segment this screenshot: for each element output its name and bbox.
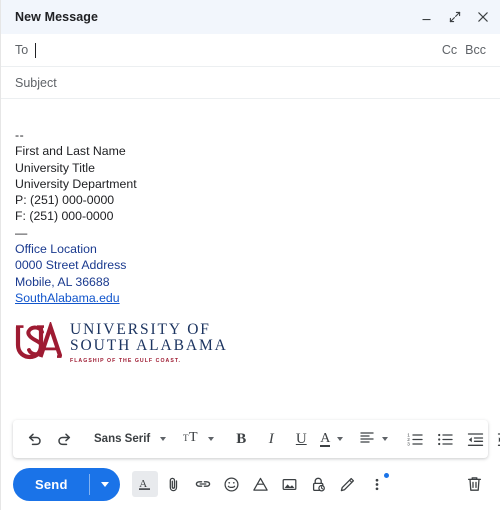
logo-line-2: SOUTH ALABAMA [70, 337, 228, 355]
svg-text:3: 3 [407, 441, 410, 446]
formatting-options-button[interactable]: A [131, 471, 158, 497]
address-line: Mobile, AL 36688 [15, 274, 110, 289]
signature-line: First and Last Name [15, 144, 126, 159]
send-button[interactable]: Send [13, 468, 89, 501]
insert-drive-file-button[interactable] [248, 471, 274, 497]
usa-monogram-icon [15, 320, 63, 366]
address-line: 0000 Street Address [15, 258, 127, 273]
close-icon[interactable] [475, 10, 490, 25]
underline-label: U [295, 430, 307, 447]
cc-bcc-group: Cc Bcc [442, 43, 486, 57]
font-size-select[interactable]: T T [179, 426, 218, 452]
google-drive-icon [253, 477, 268, 491]
compose-window: New Message To Cc Bcc Subject -- First a… [0, 0, 500, 510]
font-family-label: Sans Serif [94, 433, 151, 445]
attach-files-button[interactable] [161, 471, 187, 497]
confidential-mode-button[interactable] [306, 471, 332, 497]
chevron-down-icon [337, 437, 344, 441]
text-size-icon: T T [183, 429, 201, 449]
link-icon [195, 481, 210, 487]
compose-header: New Message [1, 0, 500, 34]
compose-actions: A [131, 471, 390, 497]
discard-draft-button[interactable] [460, 470, 488, 498]
format-toolbar-container: Sans Serif T T B I U A 1 2 3 [1, 420, 500, 458]
emoji-icon [224, 476, 239, 492]
indent-less-icon[interactable] [460, 426, 490, 452]
logo-wordmark: UNIVERSITY OF SOUTH ALABAMA FLAGSHIP OF … [70, 322, 228, 366]
send-button-group[interactable]: Send [13, 467, 120, 501]
address-line: Office Location [15, 242, 97, 257]
align-left-icon [359, 430, 375, 449]
lock-clock-icon [313, 477, 325, 492]
subject-input[interactable]: Subject [15, 76, 57, 90]
numbered-list-icon[interactable]: 1 2 3 [400, 426, 430, 452]
compose-bottom-bar: Send A [1, 458, 500, 510]
more-vertical-icon [375, 478, 378, 490]
trash-icon [467, 477, 481, 491]
align-select[interactable] [355, 426, 392, 452]
text-cursor [35, 42, 37, 58]
page-title: New Message [15, 10, 99, 24]
svg-text:T: T [189, 430, 198, 444]
undo-icon[interactable] [19, 426, 49, 452]
send-options-icon[interactable] [90, 468, 120, 501]
paperclip-icon [169, 477, 178, 491]
bold-label: B [236, 430, 247, 447]
italic-label: I [268, 430, 274, 447]
signature-line: University Department [15, 176, 137, 191]
to-row[interactable]: To Cc Bcc [1, 34, 500, 67]
underline-button[interactable]: U [286, 426, 316, 452]
signature-line: F: (251) 000-0000 [15, 209, 114, 224]
minimize-icon[interactable] [419, 10, 434, 25]
bcc-button[interactable]: Bcc [465, 43, 486, 57]
indent-more-icon[interactable] [490, 426, 500, 452]
font-family-select[interactable]: Sans Serif [87, 426, 171, 452]
logo-tagline: FLAGSHIP OF THE GULF COAST. [70, 358, 181, 365]
window-controls [419, 10, 490, 25]
image-icon [282, 478, 297, 490]
bold-button[interactable]: B [226, 426, 256, 452]
signature-line: P: (251) 000-0000 [15, 193, 115, 208]
signature-divider: — [15, 225, 28, 240]
insert-emoji-button[interactable] [219, 471, 245, 497]
subject-row[interactable]: Subject [1, 67, 500, 99]
expand-icon[interactable] [447, 10, 462, 25]
more-options-button[interactable] [364, 471, 390, 497]
logo-line-1: UNIVERSITY OF [70, 321, 211, 339]
italic-button[interactable]: I [256, 426, 286, 452]
more-options-badge [383, 473, 389, 478]
website-link[interactable]: SouthAlabama.edu [15, 291, 120, 305]
chevron-down-icon [208, 437, 215, 441]
chevron-down-icon [160, 437, 167, 441]
insert-link-button[interactable] [190, 471, 216, 497]
signature-separator: -- [15, 128, 25, 142]
svg-text:A: A [139, 478, 147, 490]
cc-button[interactable]: Cc [442, 43, 457, 57]
format-toolbar: Sans Serif T T B I U A 1 2 3 [13, 420, 500, 458]
pen-icon [340, 477, 355, 491]
insert-photo-button[interactable] [277, 471, 303, 497]
text-color-select[interactable]: A [316, 426, 347, 452]
message-body[interactable]: -- First and Last Name University Title … [1, 99, 500, 420]
signature-line: University Title [15, 160, 95, 175]
insert-signature-button[interactable] [335, 471, 361, 497]
university-logo: UNIVERSITY OF SOUTH ALABAMA FLAGSHIP OF … [15, 320, 486, 366]
redo-icon[interactable] [49, 426, 79, 452]
bulleted-list-icon[interactable] [430, 426, 460, 452]
chevron-down-icon [382, 437, 389, 441]
to-label: To [15, 43, 29, 57]
text-color-label: A [320, 430, 331, 447]
format-a-icon: A [138, 478, 150, 490]
